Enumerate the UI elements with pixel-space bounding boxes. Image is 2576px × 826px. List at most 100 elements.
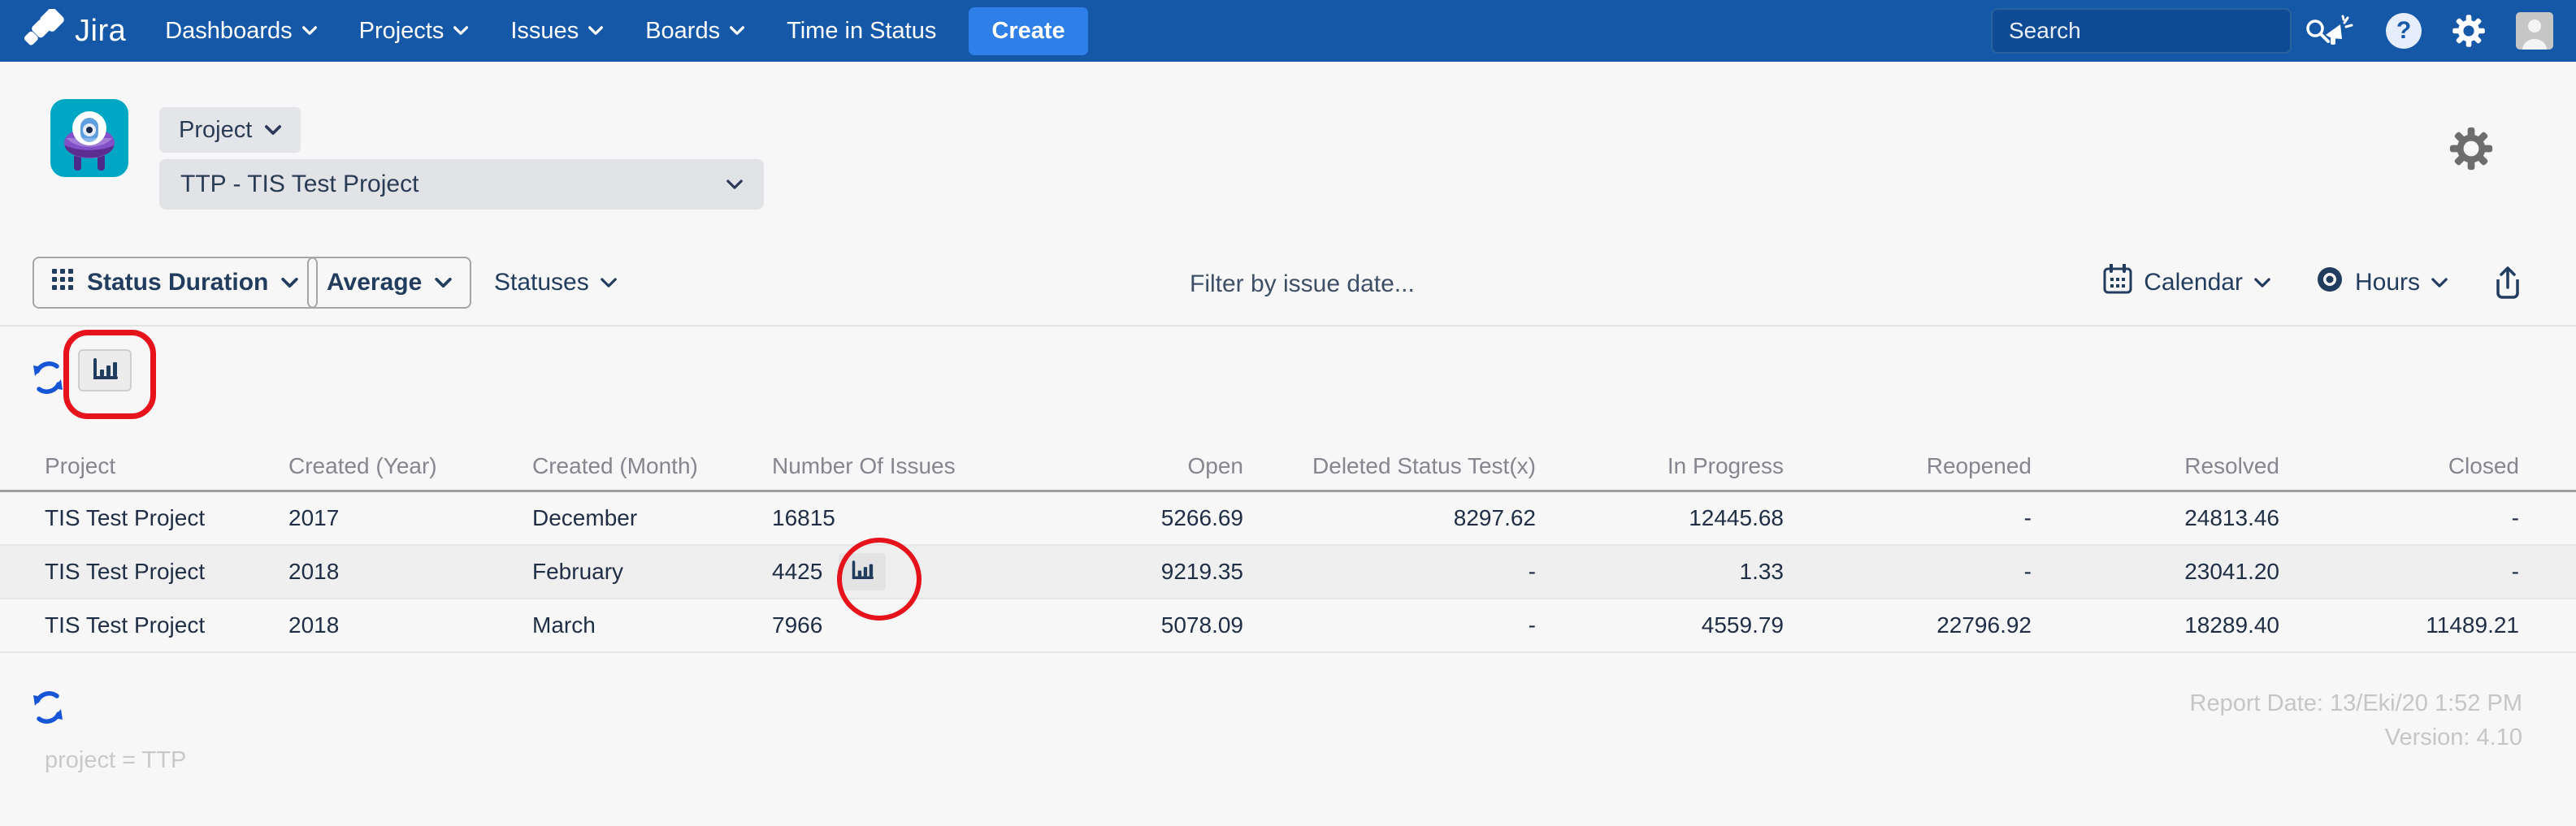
chevron-down-icon [265, 125, 281, 136]
nav-item-label: Time in Status [787, 18, 936, 45]
jql-filter-query: project = TTP [45, 747, 186, 774]
jira-logo-text: Jira [75, 14, 126, 49]
column-header-in-progress: In Progress [1536, 453, 1784, 479]
cell-in-progress: 1.33 [1536, 559, 1784, 585]
column-header-created-month: Created (Month) [532, 453, 772, 479]
cell-number-of-issues: 16815 [772, 505, 971, 531]
report-meta: Report Date: 13/Eki/20 1:52 PM Version: … [2190, 686, 2522, 755]
column-header-deleted-status-test: Deleted Status Test(x) [1243, 453, 1536, 479]
cell-created-month: February [532, 559, 772, 585]
calendar-icon [2103, 264, 2132, 301]
row-chart-button[interactable] [839, 553, 886, 590]
cell-open: 5078.09 [971, 612, 1243, 638]
statuses-label: Statuses [494, 269, 589, 296]
toolbar-right-cluster: Calendar Hours [2103, 257, 2522, 309]
project-avatar[interactable] [50, 99, 128, 181]
announcements-megaphone-icon[interactable] [2321, 13, 2357, 49]
cell-number-of-issues: 4425 [772, 553, 971, 590]
report-type-label: Status Duration [87, 269, 268, 296]
chevron-down-icon [2254, 278, 2270, 288]
report-type-dropdown[interactable]: Status Duration [33, 257, 318, 309]
cell-open: 9219.35 [971, 559, 1243, 585]
user-avatar[interactable] [2516, 12, 2553, 50]
cell-closed: - [2279, 559, 2519, 585]
nav-item-boards[interactable]: Boards [645, 18, 744, 45]
nav-item-label: Dashboards [165, 18, 292, 45]
cell-closed: 11489.21 [2279, 612, 2519, 638]
cell-project: TIS Test Project [45, 559, 288, 585]
project-type-label: Project [179, 117, 252, 144]
cell-created-year: 2018 [288, 559, 532, 585]
cell-deleted-status-test: 8297.62 [1243, 505, 1536, 531]
chevron-down-icon [2431, 278, 2448, 288]
report-settings-gear-icon[interactable] [2448, 125, 2495, 176]
jira-logo[interactable]: Jira [24, 9, 126, 54]
cell-closed: - [2279, 505, 2519, 531]
search-input[interactable] [2007, 17, 2304, 45]
statuses-dropdown[interactable]: Statuses [494, 257, 617, 309]
column-header-closed: Closed [2279, 453, 2519, 479]
grid-icon [52, 269, 74, 297]
table-row: TIS Test Project 2018 February 4425 [0, 546, 2576, 599]
chevron-down-icon [730, 26, 744, 36]
cell-deleted-status-test: - [1243, 612, 1536, 638]
top-navbar: Jira Dashboards Projects Issues Boards T… [0, 0, 2576, 62]
nav-item-time-in-status[interactable]: Time in Status [787, 18, 936, 45]
table-row: TIS Test Project 2018 March 7966 5078.09… [0, 599, 2576, 653]
cell-deleted-status-test: - [1243, 559, 1536, 585]
report-toolbar: Status Duration Average Statuses [0, 244, 2576, 327]
cell-reopened: 22796.92 [1784, 612, 2032, 638]
toggle-chart-view-button[interactable] [78, 349, 132, 391]
export-icon[interactable] [2493, 266, 2522, 300]
nav-item-label: Projects [359, 18, 445, 45]
table-header-row: Project Created (Year) Created (Month) N… [0, 443, 2576, 492]
calendar-label: Calendar [2144, 269, 2243, 296]
cell-created-month: March [532, 612, 772, 638]
metric-label: Average [327, 269, 422, 296]
status-duration-table: Project Created (Year) Created (Month) N… [0, 443, 2576, 653]
chevron-down-icon [726, 179, 743, 190]
column-header-number-of-issues: Number Of Issues [772, 453, 971, 479]
cell-resolved: 18289.40 [2032, 612, 2279, 638]
hours-target-icon [2316, 266, 2344, 300]
cell-created-month: December [532, 505, 772, 531]
project-select-value: TTP - TIS Test Project [180, 171, 418, 198]
help-icon[interactable]: ? [2386, 13, 2422, 49]
cell-resolved: 24813.46 [2032, 505, 2279, 531]
chevron-down-icon [281, 278, 298, 288]
cell-reopened: - [1784, 505, 2032, 531]
cell-in-progress: 4559.79 [1536, 612, 1784, 638]
project-select[interactable]: TTP - TIS Test Project [159, 159, 764, 210]
cell-open: 5266.69 [971, 505, 1243, 531]
hours-label: Hours [2355, 269, 2420, 296]
refresh-icon[interactable] [31, 690, 65, 724]
bar-chart-icon [851, 560, 874, 583]
nav-menu: Dashboards Projects Issues Boards Time i… [165, 18, 936, 45]
column-header-resolved: Resolved [2032, 453, 2279, 479]
create-button[interactable]: Create [969, 7, 1087, 55]
chevron-down-icon [302, 26, 317, 36]
nav-right-cluster: ? [1991, 8, 2576, 54]
nav-item-projects[interactable]: Projects [359, 18, 469, 45]
refresh-icon[interactable] [31, 361, 65, 395]
chevron-down-icon [601, 278, 617, 288]
nav-item-dashboards[interactable]: Dashboards [165, 18, 316, 45]
chevron-down-icon [435, 278, 452, 288]
chevron-down-icon [588, 26, 603, 36]
cell-project: TIS Test Project [45, 505, 288, 531]
metric-dropdown[interactable]: Average [307, 257, 471, 309]
column-header-project: Project [45, 453, 288, 479]
time-unit-dropdown[interactable]: Hours [2316, 266, 2448, 300]
nav-item-label: Boards [645, 18, 720, 45]
issue-date-filter-input[interactable] [1188, 263, 1646, 305]
calendar-dropdown[interactable]: Calendar [2103, 264, 2270, 301]
settings-gear-icon[interactable] [2451, 13, 2487, 49]
search-box [1991, 8, 2292, 54]
cell-created-year: 2018 [288, 612, 532, 638]
project-type-dropdown[interactable]: Project [159, 107, 301, 153]
report-date: Report Date: 13/Eki/20 1:52 PM [2190, 686, 2522, 720]
nav-item-label: Issues [510, 18, 579, 45]
cell-project: TIS Test Project [45, 612, 288, 638]
chevron-down-icon [453, 26, 468, 36]
nav-item-issues[interactable]: Issues [510, 18, 603, 45]
